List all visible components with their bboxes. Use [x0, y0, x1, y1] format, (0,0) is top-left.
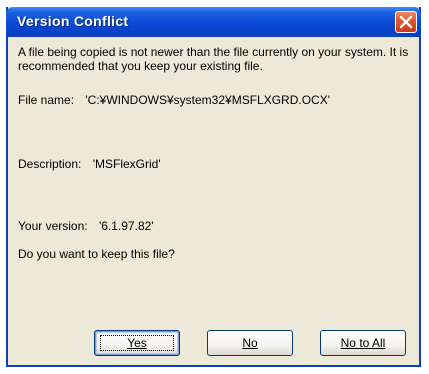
no-button[interactable]: No [207, 330, 293, 356]
warning-message: A file being copied is not newer than th… [18, 45, 409, 73]
yes-button[interactable]: Yes [94, 330, 180, 356]
version-value: '6.1.97.82' [98, 219, 154, 233]
description-row: Description: 'MSFlexGrid' [18, 157, 161, 171]
version-row: Your version: '6.1.97.82' [18, 219, 154, 233]
file-name-row: File name: 'C:¥WINDOWS¥system32¥MSFLXGRD… [18, 93, 330, 107]
no-to-all-button-label: No to All [340, 336, 386, 350]
dialog-title: Version Conflict [17, 13, 129, 29]
version-conflict-dialog: Version Conflict A file being copied is … [6, 7, 421, 367]
description-label: Description: [18, 157, 82, 171]
description-value: 'MSFlexGrid' [92, 157, 161, 171]
no-button-label: No [242, 336, 258, 350]
version-label: Your version: [18, 219, 88, 233]
keep-file-question: Do you want to keep this file? [18, 247, 175, 261]
close-button[interactable] [395, 11, 417, 33]
file-name-value: 'C:¥WINDOWS¥system32¥MSFLXGRD.OCX' [85, 93, 330, 107]
no-to-all-button[interactable]: No to All [320, 330, 406, 356]
title-bar[interactable]: Version Conflict [6, 7, 421, 37]
focus-rectangle [100, 335, 174, 351]
close-icon [399, 15, 413, 29]
file-name-label: File name: [18, 93, 75, 107]
